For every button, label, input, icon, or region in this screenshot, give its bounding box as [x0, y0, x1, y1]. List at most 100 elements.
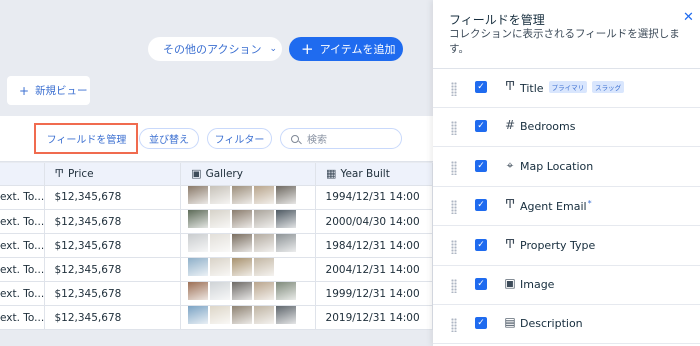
- price-cell[interactable]: $12,345,678: [44, 209, 182, 234]
- drag-handle-icon[interactable]: [451, 239, 457, 254]
- close-icon[interactable]: ✕: [683, 10, 694, 25]
- gallery-thumbnail: [210, 209, 231, 228]
- gallery-thumbnail: [254, 281, 275, 300]
- text-icon: Ͳ: [504, 79, 516, 93]
- price-cell[interactable]: $12,345,678: [44, 305, 182, 330]
- title-cell[interactable]: ext. To...: [0, 305, 45, 330]
- new-view-button[interactable]: + 新規ビュー: [7, 76, 90, 105]
- table-row[interactable]: ext. To... $12,345,678 2019/12/31 14:00: [0, 305, 433, 330]
- gallery-thumbnail: [232, 257, 253, 276]
- gallery-cell[interactable]: [181, 281, 316, 306]
- gallery-thumbnail: [276, 281, 297, 300]
- filter-button[interactable]: フィルター: [207, 128, 272, 149]
- price-cell[interactable]: $12,345,678: [44, 185, 182, 210]
- gallery-thumbnail: [232, 305, 253, 324]
- year-built-cell[interactable]: 1994/12/31 14:00: [315, 185, 433, 210]
- table-row[interactable]: ext. To... $12,345,678 1999/12/31 14:00: [0, 281, 433, 306]
- drag-handle-icon[interactable]: [451, 82, 457, 96]
- document-icon: ▤: [504, 315, 516, 330]
- gallery-thumbnail: [188, 281, 209, 300]
- gallery-cell[interactable]: [181, 209, 316, 234]
- gallery-thumbnail: [188, 209, 209, 228]
- more-actions-label: その他のアクション: [163, 43, 262, 56]
- gallery-cell[interactable]: [181, 185, 316, 210]
- title-cell[interactable]: ext. To...: [0, 257, 45, 282]
- add-item-button[interactable]: + アイテムを追加: [289, 37, 403, 61]
- price-cell[interactable]: $12,345,678: [44, 233, 182, 258]
- table-row[interactable]: ext. To... $12,345,678 1984/12/31 14:00: [0, 233, 433, 258]
- manage-fields-button[interactable]: フィールドを管理: [40, 128, 133, 149]
- year-built-cell[interactable]: 2000/04/30 14:00: [315, 209, 433, 234]
- field-name: Title プライマリ スラッグ: [520, 81, 625, 95]
- field-name: Map Location: [520, 160, 593, 173]
- search-input[interactable]: 検索: [280, 128, 402, 149]
- panel-title: フィールドを管理: [449, 13, 545, 27]
- field-checkbox[interactable]: ✓: [475, 159, 487, 172]
- drag-handle-icon[interactable]: [451, 160, 457, 175]
- gallery-thumbnail: [188, 305, 209, 324]
- price-cell[interactable]: $12,345,678: [44, 281, 182, 306]
- gallery-thumbnail: [210, 257, 231, 276]
- gallery-thumbnail: [276, 305, 297, 324]
- price-cell[interactable]: $12,345,678: [44, 257, 182, 282]
- column-header-title[interactable]: [0, 163, 45, 186]
- calendar-icon: ▦: [326, 167, 337, 181]
- drag-handle-icon[interactable]: [451, 318, 457, 333]
- gallery-cell[interactable]: [181, 233, 316, 258]
- gallery-thumbnail: [276, 185, 297, 204]
- table-header-row: Ͳ Price ▣ Gallery ▦ Year Built: [0, 163, 433, 186]
- field-checkbox[interactable]: ✓: [475, 317, 487, 330]
- table-row[interactable]: ext. To... $12,345,678 2000/04/30 14:00: [0, 209, 433, 234]
- gallery-thumbnail: [254, 305, 275, 324]
- column-header-year-built[interactable]: ▦ Year Built: [315, 163, 433, 186]
- field-checkbox[interactable]: ✓: [475, 120, 487, 133]
- gallery-thumbnail: [210, 305, 231, 324]
- table-toolbar: フィールドを管理 並び替え フィルター 検索: [0, 116, 433, 162]
- year-built-cell[interactable]: 1999/12/31 14:00: [315, 281, 433, 306]
- gallery-thumbnail: [276, 209, 297, 228]
- image-icon: ▣: [504, 276, 516, 290]
- add-item-label: アイテムを追加: [319, 43, 396, 56]
- column-label: Gallery: [205, 168, 243, 181]
- table-row[interactable]: ext. To... $12,345,678 1994/12/31 14:00: [0, 185, 433, 210]
- column-label: Year Built: [340, 168, 390, 181]
- column-label: Price: [67, 168, 94, 181]
- year-built-cell[interactable]: 2004/12/31 14:00: [315, 257, 433, 282]
- field-row: ✓ ⌖ Map Location: [433, 148, 700, 187]
- plus-icon: +: [19, 83, 30, 98]
- field-label: Bedrooms: [520, 120, 576, 134]
- field-row: ✓ Ͳ Title プライマリ スラッグ: [433, 69, 700, 108]
- data-table: Ͳ Price ▣ Gallery ▦ Year Built ext. To... $1…: [0, 163, 433, 330]
- year-built-cell[interactable]: 2019/12/31 14:00: [315, 305, 433, 330]
- table-row[interactable]: ext. To... $12,345,678 2004/12/31 14:00: [0, 257, 433, 282]
- title-cell[interactable]: ext. To...: [0, 185, 45, 210]
- column-header-gallery[interactable]: ▣ Gallery: [180, 163, 317, 186]
- plus-icon: +: [301, 39, 314, 58]
- column-header-price[interactable]: Ͳ Price: [44, 163, 182, 186]
- field-name: Bedrooms: [520, 120, 575, 133]
- gallery-cell[interactable]: [181, 257, 316, 282]
- title-cell[interactable]: ext. To...: [0, 233, 45, 258]
- field-row: ✓ Ͳ Agent Email*: [433, 187, 700, 227]
- drag-handle-icon[interactable]: [451, 279, 457, 293]
- sort-button[interactable]: 並び替え: [139, 128, 199, 149]
- drag-handle-icon[interactable]: [451, 200, 457, 215]
- field-checkbox[interactable]: ✓: [475, 278, 487, 290]
- field-checkbox[interactable]: ✓: [475, 81, 487, 93]
- gallery-thumbnail: [188, 257, 209, 276]
- filter-label: フィルター: [214, 135, 265, 146]
- text-icon: Ͳ: [54, 167, 64, 181]
- field-name: Description: [520, 317, 583, 330]
- title-cell[interactable]: ext. To...: [0, 281, 45, 306]
- field-checkbox[interactable]: ✓: [475, 199, 487, 212]
- title-cell[interactable]: ext. To...: [0, 209, 45, 234]
- image-icon: ▣: [191, 167, 202, 181]
- text-icon: Ͳ: [504, 236, 516, 251]
- year-built-cell[interactable]: 1984/12/31 14:00: [315, 233, 433, 258]
- drag-handle-icon[interactable]: [451, 121, 457, 136]
- field-checkbox[interactable]: ✓: [475, 238, 487, 251]
- gallery-cell[interactable]: [181, 305, 316, 330]
- gallery-thumbnail: [232, 209, 253, 228]
- gallery-thumbnail: [232, 281, 253, 300]
- more-actions-button[interactable]: その他のアクション ⌄: [148, 37, 282, 61]
